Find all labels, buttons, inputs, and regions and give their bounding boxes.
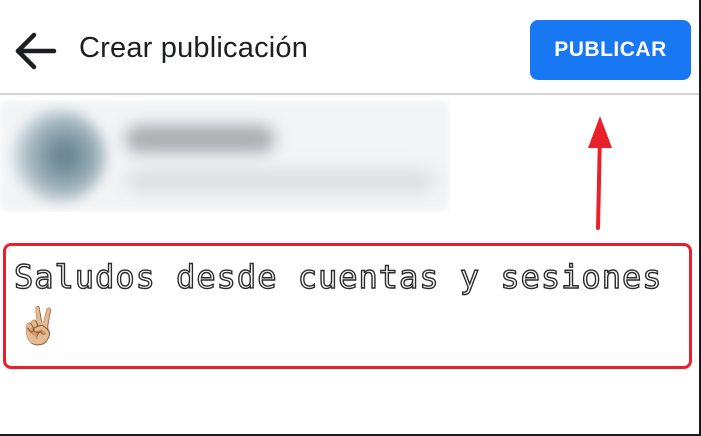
blurred-user-name (125, 125, 275, 153)
composer-empty-area[interactable] (0, 370, 699, 434)
publish-button[interactable]: PUBLICAR (530, 20, 691, 80)
victory-hand-emoji: ✌🏼 (16, 305, 61, 346)
top-app-bar: Crear publicación PUBLICAR (0, 0, 699, 95)
post-text-input[interactable]: Saludos desde cuentas y sesiones (13, 255, 694, 299)
blurred-audience-selector (125, 170, 435, 192)
arrow-left-icon (15, 32, 57, 70)
back-button[interactable] (12, 30, 58, 72)
avatar (14, 110, 106, 202)
red-arrow-up-icon (588, 116, 612, 230)
blurred-profile-header (0, 100, 450, 212)
create-post-screen: Crear publicación PUBLICAR Saludos desde… (0, 0, 701, 436)
page-title: Crear publicación (79, 32, 309, 64)
